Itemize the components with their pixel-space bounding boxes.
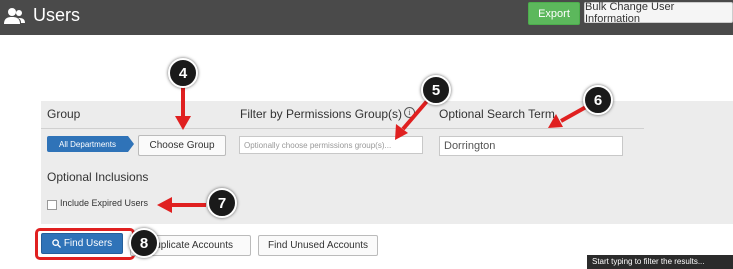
arrow-6-head	[548, 114, 563, 128]
callout-5: 5	[421, 75, 451, 105]
arrow-6	[560, 105, 587, 123]
callout-6: 6	[583, 85, 613, 115]
callout-8: 8	[129, 228, 159, 258]
arrow-5	[401, 98, 430, 131]
callout-7: 7	[207, 188, 237, 218]
annotation-arrows	[157, 85, 587, 213]
arrow-4-head	[175, 116, 191, 130]
arrow-7-head	[157, 197, 172, 213]
callout-4: 4	[168, 58, 198, 88]
